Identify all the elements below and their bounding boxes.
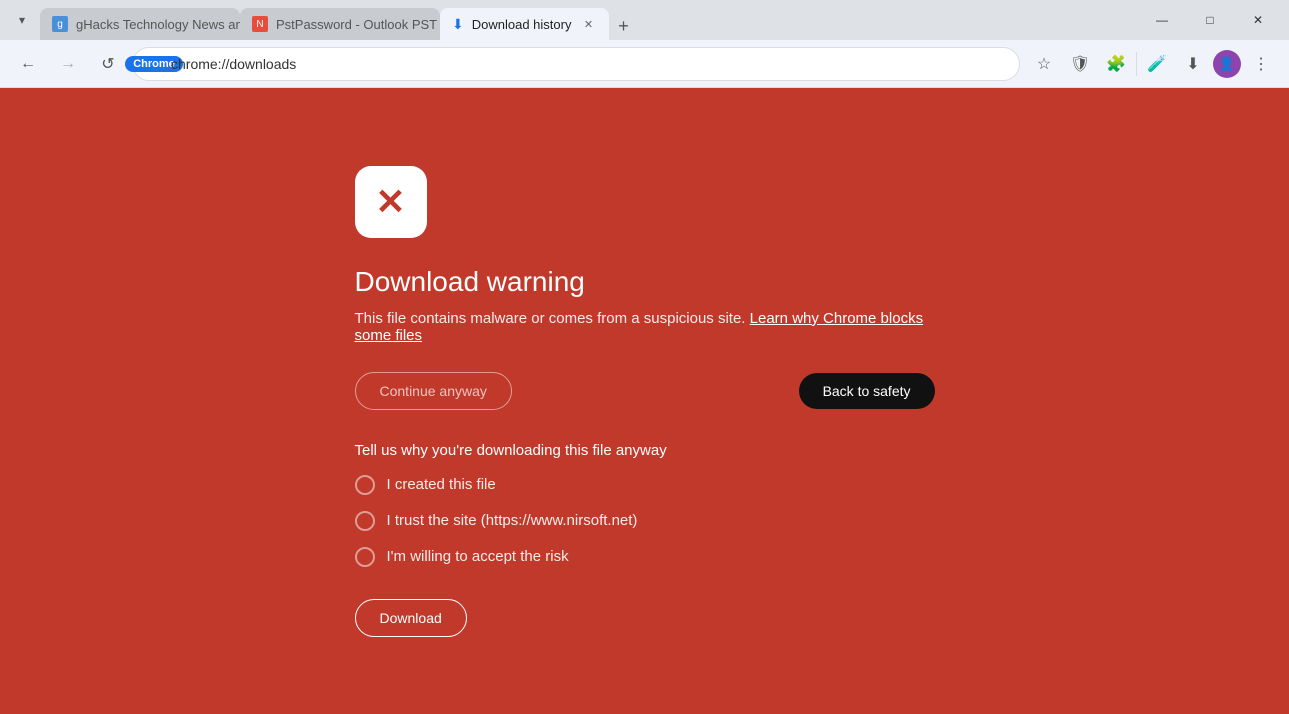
warning-card: ✕ Download warning This file contains ma… [295,126,995,677]
tab-favicon-pst: N [252,16,268,32]
tab-downloads-label: Download history [472,17,572,32]
radio-label-created: I created this file [387,476,496,493]
tab-favicon-download: ⬇ [452,16,464,33]
window-controls: — □ ✕ [1139,4,1281,36]
tab-downloads[interactable]: ⬇ Download history ✕ [440,8,609,40]
radio-label-risk: I'm willing to accept the risk [387,548,569,565]
tab-list: g gHacks Technology News and ... ✕ N Pst… [40,0,1127,40]
reload-button[interactable]: ↺ [92,48,124,80]
title-bar: ▾ g gHacks Technology News and ... ✕ N P… [0,0,1289,40]
warning-description: This file contains malware or comes from… [355,310,935,344]
page-content: ✕ Download warning This file contains ma… [0,88,1289,714]
bookmark-icon[interactable]: ☆ [1028,48,1060,80]
tab-pst[interactable]: N PstPassword - Outlook PST Pas... ✕ [240,8,440,40]
toolbar: ← → ↺ Chrome chrome://downloads ☆ 🛡 🧩 🧪 … [0,40,1289,88]
toolbar-separator [1136,52,1137,76]
shield-icon[interactable]: 🛡 [1064,48,1096,80]
extensions-icon[interactable]: 🧩 [1100,48,1132,80]
radio-label-trust: I trust the site (https://www.nirsoft.ne… [387,512,638,529]
download-icon[interactable]: ⬇ [1177,48,1209,80]
tab-ghacks-label: gHacks Technology News and ... [76,17,240,32]
close-button[interactable]: ✕ [1235,4,1281,36]
radio-item-risk[interactable]: I'm willing to accept the risk [355,547,935,567]
radio-item-created[interactable]: I created this file [355,475,935,495]
radio-circle-risk[interactable] [355,547,375,567]
browser-frame: ▾ g gHacks Technology News and ... ✕ N P… [0,0,1289,714]
tell-us-label: Tell us why you're downloading this file… [355,442,935,459]
address-bar-icon: Chrome [145,55,163,73]
forward-button[interactable]: → [52,48,84,80]
back-to-safety-button[interactable]: Back to safety [799,373,935,409]
radio-circle-trust[interactable] [355,511,375,531]
action-buttons-row: Continue anyway Back to safety [355,372,935,410]
toolbar-actions: ☆ 🛡 🧩 🧪 ⬇ 👤 ⋮ [1028,48,1277,80]
lab-icon[interactable]: 🧪 [1141,48,1173,80]
new-tab-button[interactable]: + [609,12,637,40]
minimize-button[interactable]: — [1139,4,1185,36]
address-bar[interactable]: Chrome chrome://downloads [132,47,1020,81]
continue-anyway-button[interactable]: Continue anyway [355,372,512,410]
tab-downloads-close[interactable]: ✕ [579,15,597,33]
tab-favicon-ghacks: g [52,16,68,32]
tab-overflow-btn[interactable]: ▾ [8,6,36,34]
maximize-button[interactable]: □ [1187,4,1233,36]
address-text: chrome://downloads [171,56,1007,72]
warning-icon-wrap: ✕ [355,166,427,238]
radio-item-trust[interactable]: I trust the site (https://www.nirsoft.ne… [355,511,935,531]
tab-pst-label: PstPassword - Outlook PST Pas... [276,17,440,32]
warning-x-icon: ✕ [375,181,405,223]
radio-circle-created[interactable] [355,475,375,495]
download-button[interactable]: Download [355,599,467,637]
back-button[interactable]: ← [12,48,44,80]
profile-avatar[interactable]: 👤 [1213,50,1241,78]
tab-ghacks[interactable]: g gHacks Technology News and ... ✕ [40,8,240,40]
warning-title: Download warning [355,266,935,298]
radio-group: I created this file I trust the site (ht… [355,475,935,567]
menu-icon[interactable]: ⋮ [1245,48,1277,80]
